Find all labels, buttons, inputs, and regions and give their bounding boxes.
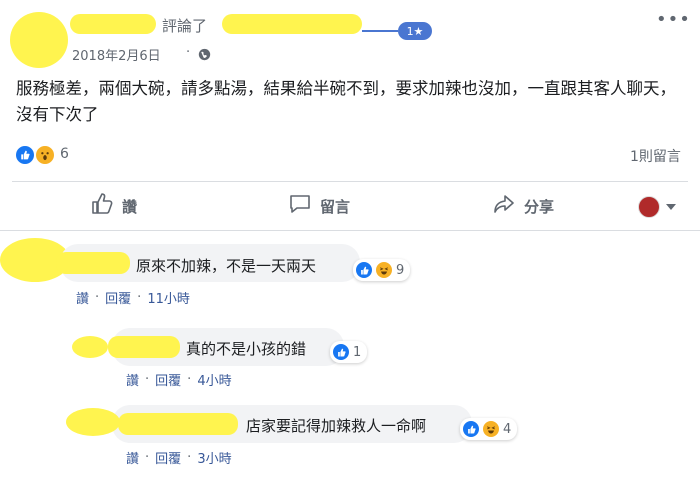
author-avatar[interactable] (10, 12, 68, 68)
comment-icon (288, 192, 312, 220)
commenter-name[interactable] (118, 413, 238, 435)
comment-meta: 讚 · 回覆 · 4小時 (126, 370, 232, 389)
more-options-icon[interactable]: ••• (656, 9, 691, 30)
like-reaction-icon (463, 421, 479, 437)
comment-reactions[interactable]: 9 (353, 259, 411, 281)
comment-text: 店家要記得加辣救人一命啊 (246, 417, 427, 435)
like-reaction-icon[interactable] (14, 144, 36, 166)
commenter-avatar[interactable] (72, 336, 108, 358)
comment-reply-link[interactable]: 回覆 (155, 448, 181, 467)
comment-reactions[interactable]: 1 (330, 341, 368, 363)
action-text: 評論了 (162, 17, 208, 35)
share-icon (492, 192, 516, 220)
wow-reaction-icon[interactable] (34, 144, 56, 166)
post-date[interactable]: 2018年2月6日 (72, 45, 161, 64)
like-reaction-icon (333, 344, 349, 360)
divider-top (12, 181, 688, 182)
meta-separator: · (145, 372, 150, 387)
commenter-avatar[interactable] (66, 408, 120, 436)
comment-meta: 讚 · 回覆 · 11小時 (76, 288, 190, 307)
post-text: 服務極差，兩個大碗，請多點湯，結果給半碗不到，要求加辣也沒加，一直跟其客人聊天，… (16, 79, 676, 124)
rating-badge: 1★ (398, 22, 432, 40)
page-avatar-icon (638, 196, 660, 218)
like-reaction-icon (356, 262, 372, 278)
commenter-name[interactable] (108, 336, 180, 358)
comment-time[interactable]: 3小時 (197, 448, 231, 467)
commenter-name[interactable] (56, 252, 130, 274)
comment-time[interactable]: 11小時 (147, 288, 190, 307)
comment-button[interactable]: 留言 (288, 192, 350, 220)
comment-like-link[interactable]: 讚 (76, 288, 89, 307)
comment-reaction-count: 4 (503, 421, 512, 437)
comment-like-link[interactable]: 讚 (126, 448, 139, 467)
comment-reaction-count: 1 (353, 344, 362, 360)
comment-meta: 讚 · 回覆 · 3小時 (126, 448, 232, 467)
globe-icon (198, 46, 211, 61)
meta-separator: · (187, 450, 192, 465)
reaction-count[interactable]: 6 (60, 146, 69, 162)
chevron-down-icon (666, 204, 676, 210)
comment-reactions[interactable]: 4 (460, 418, 518, 440)
share-label: 分享 (524, 197, 555, 216)
comment-reaction-count: 9 (396, 262, 405, 278)
comment-reply-link[interactable]: 回覆 (155, 370, 181, 389)
comment-text: 原來不加辣，不是一天兩天 (136, 257, 317, 275)
meta-separator: · (137, 290, 142, 305)
meta-separator: · (95, 290, 100, 305)
comment-time[interactable]: 4小時 (197, 370, 231, 389)
page-name-line (362, 30, 398, 32)
haha-reaction-icon (376, 262, 392, 278)
haha-reaction-icon (483, 421, 499, 437)
like-button[interactable]: 讚 (90, 192, 137, 220)
like-label: 讚 (122, 197, 138, 216)
meta-separator: · (187, 372, 192, 387)
comment-like-link[interactable]: 讚 (126, 370, 139, 389)
comment-reply-link[interactable]: 回覆 (105, 288, 131, 307)
comment-label: 留言 (320, 197, 351, 216)
post-as-selector[interactable] (638, 196, 676, 218)
date-separator: · (186, 45, 191, 60)
meta-separator: · (145, 450, 150, 465)
author-name[interactable] (70, 14, 156, 34)
page-name[interactable] (222, 14, 362, 34)
comments-count[interactable]: 1則留言 (630, 146, 681, 166)
comment-text: 真的不是小孩的錯 (186, 340, 307, 358)
divider-bottom (0, 230, 700, 231)
share-button[interactable]: 分享 (492, 192, 554, 220)
thumbs-up-icon (90, 192, 114, 220)
